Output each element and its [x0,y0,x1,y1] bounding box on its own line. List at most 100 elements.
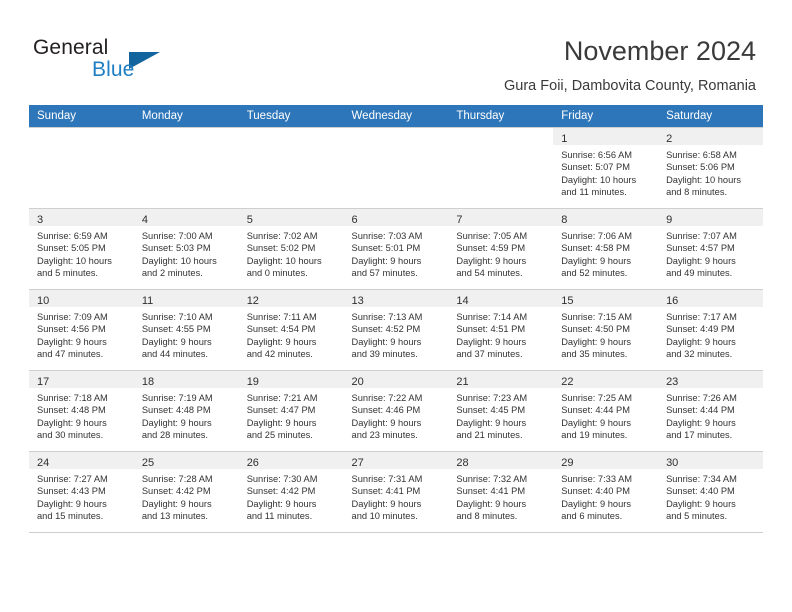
daylight-duration-line2: and 52 minutes. [561,268,628,279]
day-number: 27 [351,457,364,469]
daylight-duration-line2: and 28 minutes. [141,430,208,441]
calendar-table: Sunday Monday Tuesday Wednesday Thursday… [29,105,763,533]
day-cell-content[interactable]: 23 Sunrise: 7:26 AM Sunset: 4:44 PM Dayligh… [658,371,763,451]
calendar-week-row: 10 Sunrise: 7:09 AM Sunset: 4:56 PM Dayligh… [29,289,763,371]
general-blue-logo[interactable]: General Blue [33,36,233,84]
calendar-day-cell: 30 Sunrise: 7:34 AM Sunset: 4:40 PM Dayligh… [658,451,763,533]
sunset-time: Sunset: 4:50 PM [561,324,630,335]
day-cell-details: Sunrise: 7:05 AM Sunset: 4:59 PM Daylight:… [448,226,553,280]
calendar-body: 1 Sunrise: 6:56 AM Sunset: 5:07 PM Daylight… [29,127,763,533]
day-number: 22 [561,376,574,388]
sunset-time: Sunset: 4:48 PM [37,405,106,416]
daylight-duration-line2: and 44 minutes. [141,349,208,360]
calendar-day-cell: 6 Sunrise: 7:03 AM Sunset: 5:01 PM Daylight… [343,208,449,290]
day-number-bar: 12 [238,290,344,307]
day-cell-content[interactable]: 13 Sunrise: 7:13 AM Sunset: 4:52 PM Dayligh… [343,290,449,370]
sunset-time: Sunset: 4:58 PM [561,243,630,254]
weekday-header-tuesday: Tuesday [238,105,344,128]
day-cell-details: Sunrise: 7:28 AM Sunset: 4:42 PM Daylight:… [134,469,239,523]
day-cell-content[interactable]: 16 Sunrise: 7:17 AM Sunset: 4:49 PM Dayligh… [658,290,763,370]
daylight-duration-line2: and 23 minutes. [351,430,418,441]
sunrise-time: Sunrise: 7:22 AM [351,393,423,403]
day-cell-content[interactable]: 28 Sunrise: 7:32 AM Sunset: 4:41 PM Dayligh… [448,452,554,532]
page-header: General Blue November 2024 Gura Foii, Da… [0,0,792,100]
day-cell-content[interactable]: 21 Sunrise: 7:23 AM Sunset: 4:45 PM Dayligh… [448,371,554,451]
weekday-header-sunday: Sunday [29,105,134,128]
day-cell-details: Sunrise: 7:15 AM Sunset: 4:50 PM Daylight:… [553,307,658,361]
day-number: 14 [456,295,469,307]
calendar-cell-empty [238,127,344,209]
day-cell-content[interactable]: 30 Sunrise: 7:34 AM Sunset: 4:40 PM Dayligh… [658,452,763,532]
sunrise-time: Sunrise: 7:06 AM [561,231,633,241]
day-cell-content[interactable]: 10 Sunrise: 7:09 AM Sunset: 4:56 PM Dayligh… [29,290,134,370]
empty-day-placeholder [239,128,344,208]
day-number: 11 [141,295,154,307]
sunset-time: Sunset: 4:51 PM [456,324,526,335]
sunrise-time: Sunrise: 7:23 AM [456,393,528,403]
day-number: 3 [37,214,44,226]
day-cell-content[interactable]: 29 Sunrise: 7:33 AM Sunset: 4:40 PM Dayligh… [553,452,659,532]
day-number-bar: 21 [448,371,554,388]
day-cell-content[interactable]: 1 Sunrise: 6:56 AM Sunset: 5:07 PM Daylight… [553,128,659,208]
calendar-day-cell: 26 Sunrise: 7:30 AM Sunset: 4:42 PM Dayligh… [238,451,344,533]
sunset-time: Sunset: 4:44 PM [666,405,735,416]
day-cell-content[interactable]: 6 Sunrise: 7:03 AM Sunset: 5:01 PM Daylight… [343,209,449,289]
sunset-time: Sunset: 5:01 PM [351,243,421,254]
sunset-time: Sunset: 5:06 PM [666,162,735,173]
calendar-day-cell: 21 Sunrise: 7:23 AM Sunset: 4:45 PM Dayligh… [448,370,554,452]
day-cell-details: Sunrise: 7:14 AM Sunset: 4:51 PM Daylight:… [448,307,553,361]
day-cell-content[interactable]: 26 Sunrise: 7:30 AM Sunset: 4:42 PM Dayligh… [238,452,344,532]
daylight-duration-line1: Daylight: 9 hours [246,498,317,509]
sunrise-time: Sunrise: 7:18 AM [37,393,108,403]
calendar-day-cell: 14 Sunrise: 7:14 AM Sunset: 4:51 PM Dayligh… [448,289,554,371]
day-number-bar: 29 [553,452,659,469]
sunset-time: Sunset: 4:56 PM [37,324,106,335]
day-cell-content[interactable]: 5 Sunrise: 7:02 AM Sunset: 5:02 PM Daylight… [238,209,344,289]
day-number-bar: 17 [29,371,134,388]
weekday-header-saturday: Saturday [658,105,763,128]
day-cell-content[interactable]: 4 Sunrise: 7:00 AM Sunset: 5:03 PM Daylight… [133,209,239,289]
day-cell-content[interactable]: 3 Sunrise: 6:59 AM Sunset: 5:05 PM Daylight… [29,209,134,289]
day-number: 16 [666,295,679,307]
day-cell-content[interactable]: 17 Sunrise: 7:18 AM Sunset: 4:48 PM Dayligh… [29,371,134,451]
calendar-day-cell: 25 Sunrise: 7:28 AM Sunset: 4:42 PM Dayligh… [133,451,239,533]
day-cell-content[interactable]: 9 Sunrise: 7:07 AM Sunset: 4:57 PM Daylight… [658,209,763,289]
day-cell-details: Sunrise: 7:06 AM Sunset: 4:58 PM Daylight:… [553,226,658,280]
day-cell-content[interactable]: 20 Sunrise: 7:22 AM Sunset: 4:46 PM Dayligh… [343,371,449,451]
calendar-day-cell: 3 Sunrise: 6:59 AM Sunset: 5:05 PM Daylight… [29,208,134,290]
day-cell-content[interactable]: 18 Sunrise: 7:19 AM Sunset: 4:48 PM Dayligh… [133,371,239,451]
day-cell-content[interactable]: 22 Sunrise: 7:25 AM Sunset: 4:44 PM Dayligh… [553,371,659,451]
day-cell-content[interactable]: 2 Sunrise: 6:58 AM Sunset: 5:06 PM Daylight… [658,128,763,208]
calendar-day-cell: 4 Sunrise: 7:00 AM Sunset: 5:03 PM Daylight… [133,208,239,290]
calendar-day-cell: 22 Sunrise: 7:25 AM Sunset: 4:44 PM Dayligh… [553,370,659,452]
day-cell-content[interactable]: 19 Sunrise: 7:21 AM Sunset: 4:47 PM Dayligh… [238,371,344,451]
day-number: 24 [37,457,50,469]
day-cell-content[interactable]: 12 Sunrise: 7:11 AM Sunset: 4:54 PM Dayligh… [238,290,344,370]
daylight-duration-line2: and 49 minutes. [666,268,733,279]
day-number: 15 [561,295,574,307]
sunset-time: Sunset: 4:52 PM [351,324,421,335]
day-cell-content[interactable]: 7 Sunrise: 7:05 AM Sunset: 4:59 PM Daylight… [448,209,554,289]
day-cell-content[interactable]: 11 Sunrise: 7:10 AM Sunset: 4:55 PM Dayligh… [133,290,239,370]
day-number-bar: 22 [553,371,659,388]
day-cell-content[interactable]: 8 Sunrise: 7:06 AM Sunset: 4:58 PM Daylight… [553,209,659,289]
calendar-day-cell: 28 Sunrise: 7:32 AM Sunset: 4:41 PM Dayligh… [448,451,554,533]
sunset-time: Sunset: 4:46 PM [351,405,421,416]
calendar-day-cell: 20 Sunrise: 7:22 AM Sunset: 4:46 PM Dayligh… [343,370,449,452]
sunset-time: Sunset: 4:57 PM [666,243,735,254]
daylight-duration-line1: Daylight: 9 hours [351,336,422,347]
sunset-time: Sunset: 4:40 PM [561,486,630,497]
day-cell-content[interactable]: 25 Sunrise: 7:28 AM Sunset: 4:42 PM Dayligh… [133,452,239,532]
day-cell-content[interactable]: 24 Sunrise: 7:27 AM Sunset: 4:43 PM Dayligh… [29,452,134,532]
calendar-day-cell: 27 Sunrise: 7:31 AM Sunset: 4:41 PM Dayligh… [343,451,449,533]
calendar-day-cell: 2 Sunrise: 6:58 AM Sunset: 5:06 PM Daylight… [658,127,763,209]
sunset-time: Sunset: 5:05 PM [37,243,106,254]
calendar-header-row: Sunday Monday Tuesday Wednesday Thursday… [29,105,763,128]
day-cell-content[interactable]: 15 Sunrise: 7:15 AM Sunset: 4:50 PM Dayligh… [553,290,659,370]
daylight-duration-line1: Daylight: 9 hours [561,417,631,428]
daylight-duration-line2: and 57 minutes. [351,268,418,279]
day-number: 30 [666,457,679,469]
calendar-day-cell: 7 Sunrise: 7:05 AM Sunset: 4:59 PM Daylight… [448,208,554,290]
day-cell-content[interactable]: 27 Sunrise: 7:31 AM Sunset: 4:41 PM Dayligh… [343,452,449,532]
day-cell-content[interactable]: 14 Sunrise: 7:14 AM Sunset: 4:51 PM Dayligh… [448,290,554,370]
